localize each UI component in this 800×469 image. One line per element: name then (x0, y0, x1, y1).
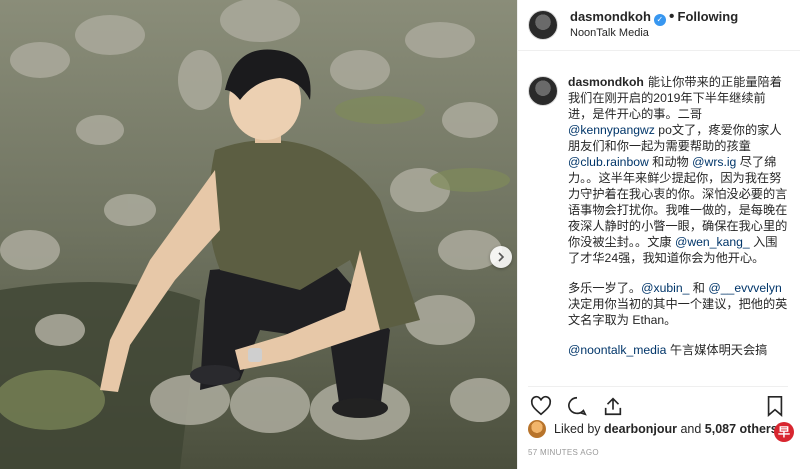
action-bar (528, 386, 788, 421)
liked-by-and: and (680, 422, 702, 436)
likes-summary: Liked by dearbonjour and 5,087 others (528, 420, 788, 438)
caption-segment: 午言媒体明天会搞 (666, 343, 768, 357)
photo-illustration (0, 0, 517, 469)
mention-link[interactable]: @wrs.ig (692, 155, 736, 169)
comment-button[interactable] (564, 393, 590, 419)
caption-paragraph: 多乐一岁了。@xubin_ 和 @__evvvelyn 决定用你当初的其中一个建… (568, 280, 788, 328)
instagram-post-modal: dasmondkoh ✓ • Following NoonTalk Media das… (0, 0, 800, 469)
post-header: dasmondkoh ✓ • Following NoonTalk Media (518, 0, 800, 51)
comment-bubble-icon (568, 396, 587, 416)
author-avatar[interactable] (528, 10, 558, 40)
post-side-panel: dasmondkoh ✓ • Following NoonTalk Media das… (517, 0, 800, 469)
share-button[interactable] (600, 393, 626, 419)
mention-link[interactable]: @club.rainbow (568, 155, 649, 169)
caption-paragraph: @noontalk_media 午言媒体明天会搞 (568, 342, 788, 358)
separator-dot: • (668, 8, 675, 25)
likes-count[interactable]: 5,087 others (705, 422, 778, 436)
mention-link[interactable]: @__evvvelyn (708, 281, 781, 295)
post-location[interactable]: NoonTalk Media (570, 26, 738, 41)
mention-link[interactable]: @noontalk_media (568, 343, 666, 357)
caption-comment: dasmondkoh 能让你带来的正能量陪着我们在刚开启的2019年下半年继续前进… (528, 74, 788, 372)
verified-badge-icon: ✓ (653, 14, 666, 26)
mention-link[interactable]: @xubin_ (641, 281, 689, 295)
caption-paragraph: dasmondkoh 能让你带来的正能量陪着我们在刚开启的2019年下半年继续前进… (568, 74, 788, 266)
caption-author-username[interactable]: dasmondkoh (568, 75, 644, 89)
caption-segment: 和 (689, 281, 709, 295)
caption-area: dasmondkoh 能让你带来的正能量陪着我们在刚开启的2019年下半年继续前进… (528, 74, 788, 374)
post-timestamp[interactable]: 57 MINUTES AGO (528, 448, 599, 457)
post-photo[interactable] (0, 0, 517, 469)
share-icon (604, 397, 622, 416)
following-button[interactable]: Following (678, 9, 739, 24)
caption-text: dasmondkoh 能让你带来的正能量陪着我们在刚开启的2019年下半年继续前进… (568, 74, 788, 372)
header-text: dasmondkoh ✓ • Following NoonTalk Media (570, 9, 738, 41)
mention-link[interactable]: @wen_kang_ (675, 235, 750, 249)
next-image-button[interactable] (490, 246, 512, 268)
caption-segment: 多乐一岁了。 (568, 281, 642, 295)
liked-by-user[interactable]: dearbonjour (604, 422, 677, 436)
caption-segment: 和动物 (648, 155, 693, 169)
bookmark-icon (767, 396, 783, 417)
liker-avatar[interactable] (528, 420, 546, 438)
save-button[interactable] (762, 393, 788, 419)
caption-author-avatar[interactable] (528, 76, 558, 106)
caption-segment: 决定用你当初的其中一个建议，把他的英文名字取为 Ethan。 (568, 297, 788, 327)
liked-by-prefix: Liked by (554, 422, 601, 436)
watermark-logo: 早 (774, 422, 794, 442)
chevron-right-icon (498, 252, 505, 262)
mention-link[interactable]: @kennypangwz (568, 123, 655, 137)
like-button[interactable] (528, 393, 554, 419)
heart-icon (530, 395, 552, 416)
author-username[interactable]: dasmondkoh (570, 9, 651, 24)
